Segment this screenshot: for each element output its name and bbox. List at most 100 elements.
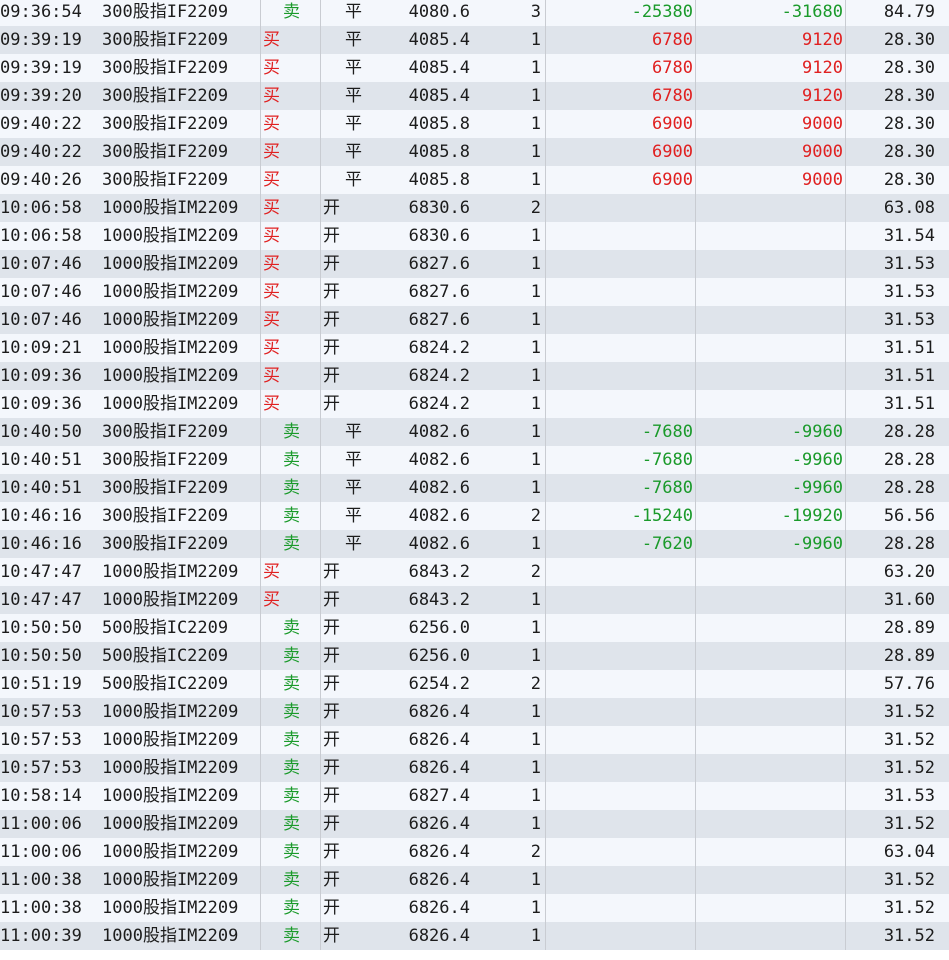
cell-contract-name: 500股指IC2209 [102, 674, 229, 694]
cell-quantity: 1 [470, 278, 546, 306]
cell-float-profit [696, 810, 846, 838]
cell-quantity: 1 [470, 866, 546, 894]
cell-close-profit [546, 614, 696, 642]
table-row[interactable]: 10:09:36 1000股指IM2209 买开 6824.2 1 31.51 [0, 362, 949, 390]
cell-close-profit: -7620 [546, 530, 696, 558]
table-row[interactable]: 10:07:46 1000股指IM2209 买开 6827.6 1 31.53 [0, 250, 949, 278]
cell-fee: 31.52 [883, 926, 935, 946]
table-row[interactable]: 10:40:51 300股指IF2209 卖平 4082.6 1 -7680 -9960 28… [0, 474, 949, 502]
cell-contract-name: 1000股指IM2209 [102, 282, 239, 302]
cell-fee: 28.28 [883, 422, 935, 442]
cell-float-profit: -9960 [696, 446, 846, 474]
table-row[interactable]: 09:39:19 300股指IF2209 买平 4085.4 1 6780 9120 28.3… [0, 26, 949, 54]
table-row[interactable]: 10:09:21 1000股指IM2209 买开 6824.2 1 31.51 [0, 334, 949, 362]
cell-fee: 31.51 [883, 366, 935, 386]
cell-price: 4085.4 [408, 86, 470, 106]
table-row[interactable]: 10:47:47 1000股指IM2209 买开 6843.2 1 31.60 [0, 586, 949, 614]
cell-contract-name: 300股指IF2209 [102, 30, 229, 50]
cell-price: 4082.6 [408, 534, 470, 554]
cell-float-profit [696, 614, 846, 642]
cell-fee: 31.52 [883, 730, 935, 750]
cell-close-profit: 6900 [546, 138, 696, 166]
table-row[interactable]: 09:40:22 300股指IF2209 买平 4085.8 1 6900 9000 28.3… [0, 110, 949, 138]
cell-time: 09:39:19 [0, 58, 82, 78]
cell-time: 09:40:22 [0, 142, 82, 162]
table-row[interactable]: 10:47:47 1000股指IM2209 买开 6843.2 2 63.20 [0, 558, 949, 586]
cell-price: 6830.6 [408, 198, 470, 218]
cell-close-profit [546, 782, 696, 810]
table-row[interactable]: 09:40:26 300股指IF2209 买平 4085.8 1 6900 9000 28.3… [0, 166, 949, 194]
table-row[interactable]: 10:58:14 1000股指IM2209 卖开 6827.4 1 31.53 [0, 782, 949, 810]
cell-time: 10:58:14 [0, 786, 82, 806]
cell-fee: 31.51 [883, 394, 935, 414]
table-row[interactable]: 09:36:54 300股指IF2209 卖平 4080.6 3 -25380 -31680… [0, 0, 949, 26]
cell-contract-name: 1000股指IM2209 [102, 926, 239, 946]
cell-fee: 63.08 [883, 198, 935, 218]
table-row[interactable]: 10:07:46 1000股指IM2209 买开 6827.6 1 31.53 [0, 306, 949, 334]
table-row[interactable]: 10:06:58 1000股指IM2209 买开 6830.6 2 63.08 [0, 194, 949, 222]
cell-open-close: 开 [320, 222, 383, 250]
table-row[interactable]: 09:40:22 300股指IF2209 买平 4085.8 1 6900 9000 28.3… [0, 138, 949, 166]
cell-quantity: 2 [470, 558, 546, 586]
cell-fee: 56.56 [883, 506, 935, 526]
table-row[interactable]: 11:00:38 1000股指IM2209 卖开 6826.4 1 31.52 [0, 866, 949, 894]
table-row[interactable]: 10:46:16 300股指IF2209 卖平 4082.6 1 -7620 -9960 28… [0, 530, 949, 558]
cell-time: 10:07:46 [0, 254, 82, 274]
cell-fee: 31.52 [883, 702, 935, 722]
cell-quantity: 1 [470, 390, 546, 418]
cell-float-profit: 9120 [696, 54, 846, 82]
table-row[interactable]: 10:51:19 500股指IC2209 卖开 6254.2 2 57.76 [0, 670, 949, 698]
table-row[interactable]: 10:07:46 1000股指IM2209 买开 6827.6 1 31.53 [0, 278, 949, 306]
table-row[interactable]: 10:57:53 1000股指IM2209 卖开 6826.4 1 31.52 [0, 726, 949, 754]
table-row[interactable]: 10:40:51 300股指IF2209 卖平 4082.6 1 -7680 -9960 28… [0, 446, 949, 474]
cell-price: 6827.6 [408, 310, 470, 330]
table-row[interactable]: 10:06:58 1000股指IM2209 买开 6830.6 1 31.54 [0, 222, 949, 250]
cell-open-close: 开 [320, 558, 383, 586]
table-row[interactable]: 10:50:50 500股指IC2209 卖开 6256.0 1 28.89 [0, 642, 949, 670]
cell-fee: 28.28 [883, 450, 935, 470]
table-row[interactable]: 11:00:38 1000股指IM2209 卖开 6826.4 1 31.52 [0, 894, 949, 922]
cell-fee: 28.28 [883, 478, 935, 498]
cell-quantity: 1 [470, 110, 546, 138]
cell-open-close: 开 [320, 642, 383, 670]
cell-price: 4082.6 [408, 506, 470, 526]
cell-price: 6826.4 [408, 842, 470, 862]
cell-contract-name: 1000股指IM2209 [102, 702, 239, 722]
table-row[interactable]: 11:00:39 1000股指IM2209 卖开 6826.4 1 31.52 [0, 922, 949, 950]
cell-price: 4085.8 [408, 170, 470, 190]
cell-quantity: 1 [470, 26, 546, 54]
cell-float-profit: 9120 [696, 82, 846, 110]
cell-close-profit [546, 894, 696, 922]
cell-fee: 28.28 [883, 534, 935, 554]
cell-contract-name: 1000股指IM2209 [102, 870, 239, 890]
cell-open-close: 开 [320, 586, 383, 614]
cell-close-profit: 6900 [546, 166, 696, 194]
cell-float-profit [696, 754, 846, 782]
cell-open-close: 开 [320, 250, 383, 278]
table-row[interactable]: 10:09:36 1000股指IM2209 买开 6824.2 1 31.51 [0, 390, 949, 418]
cell-quantity: 1 [470, 250, 546, 278]
table-row[interactable]: 11:00:06 1000股指IM2209 卖开 6826.4 2 63.04 [0, 838, 949, 866]
cell-contract-name: 300股指IF2209 [102, 2, 229, 22]
cell-fee: 31.53 [883, 254, 935, 274]
cell-time: 10:40:51 [0, 450, 82, 470]
cell-fee: 31.52 [883, 898, 935, 918]
table-row[interactable]: 10:40:50 300股指IF2209 卖平 4082.6 1 -7680 -9960 28… [0, 418, 949, 446]
cell-price: 6826.4 [408, 926, 470, 946]
cell-open-close: 开 [320, 194, 383, 222]
cell-quantity: 2 [470, 670, 546, 698]
cell-fee: 28.89 [883, 646, 935, 666]
table-row[interactable]: 10:57:53 1000股指IM2209 卖开 6826.4 1 31.52 [0, 698, 949, 726]
table-row[interactable]: 10:57:53 1000股指IM2209 卖开 6826.4 1 31.52 [0, 754, 949, 782]
cell-float-profit: 9000 [696, 138, 846, 166]
cell-contract-name: 1000股指IM2209 [102, 226, 239, 246]
cell-close-profit: 6780 [546, 26, 696, 54]
cell-contract-name: 1000股指IM2209 [102, 562, 239, 582]
cell-contract-name: 1000股指IM2209 [102, 786, 239, 806]
table-row[interactable]: 10:46:16 300股指IF2209 卖平 4082.6 2 -15240 -19920… [0, 502, 949, 530]
table-row[interactable]: 09:39:20 300股指IF2209 买平 4085.4 1 6780 9120 28.3… [0, 82, 949, 110]
table-row[interactable]: 09:39:19 300股指IF2209 买平 4085.4 1 6780 9120 28.3… [0, 54, 949, 82]
table-row[interactable]: 10:50:50 500股指IC2209 卖开 6256.0 1 28.89 [0, 614, 949, 642]
table-row[interactable]: 11:00:06 1000股指IM2209 卖开 6826.4 1 31.52 [0, 810, 949, 838]
cell-time: 10:07:46 [0, 282, 82, 302]
